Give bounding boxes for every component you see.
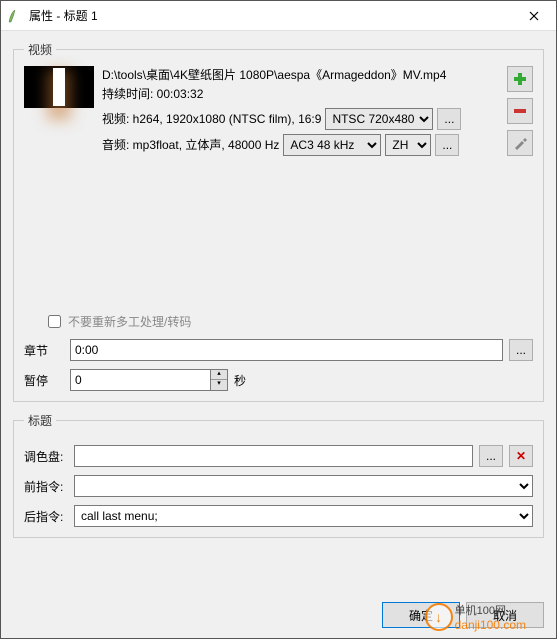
pause-unit: 秒: [234, 372, 246, 389]
chapter-input[interactable]: [70, 339, 503, 361]
audio-info: 音频: mp3float, 立体声, 48000 Hz: [102, 136, 279, 155]
remove-button[interactable]: [507, 98, 533, 124]
video-group: 视频 D:\tools\桌面\4K壁纸图片 1080P\aespa《Armage…: [13, 41, 544, 402]
window-title: 属性 - 标题 1: [29, 7, 511, 24]
pause-label: 暂停: [24, 372, 64, 389]
precmd-select[interactable]: [74, 475, 533, 497]
pause-input[interactable]: [70, 369, 210, 391]
palette-delete-button[interactable]: ✕: [509, 445, 533, 467]
precmd-label: 前指令:: [24, 478, 68, 495]
chapter-more-button[interactable]: ...: [509, 339, 533, 361]
palette-more-button[interactable]: ...: [479, 445, 503, 467]
audio-lang-select[interactable]: ZH: [385, 134, 431, 156]
no-remux-label: 不要重新多工处理/转码: [68, 313, 191, 330]
video-more-button[interactable]: ...: [437, 108, 461, 130]
add-button[interactable]: [507, 66, 533, 92]
postcmd-label: 后指令:: [24, 508, 68, 525]
audio-format-select[interactable]: AC3 48 kHz: [283, 134, 381, 156]
cancel-button[interactable]: 取消: [466, 602, 544, 628]
video-info: 视频: h264, 1920x1080 (NTSC film), 16:9: [102, 110, 321, 129]
palette-label: 调色盘:: [24, 448, 68, 465]
title-legend: 标题: [24, 412, 56, 429]
palette-input[interactable]: [74, 445, 473, 467]
settings-button[interactable]: [507, 130, 533, 156]
audio-more-button[interactable]: ...: [435, 134, 459, 156]
video-legend: 视频: [24, 41, 56, 58]
video-thumbnail: [24, 66, 94, 108]
ok-button[interactable]: 确定: [382, 602, 460, 628]
pause-spinner[interactable]: ▴▾: [210, 369, 228, 391]
no-remux-checkbox[interactable]: [48, 315, 61, 328]
video-duration: 持续时间: 00:03:32: [102, 85, 493, 104]
video-format-select[interactable]: NTSC 720x480: [325, 108, 433, 130]
app-icon: [7, 8, 23, 24]
postcmd-select[interactable]: call last menu;: [74, 505, 533, 527]
title-group: 标题 调色盘: ... ✕ 前指令: 后指令: call last menu;: [13, 412, 544, 538]
chapter-label: 章节: [24, 342, 64, 359]
video-filepath: D:\tools\桌面\4K壁纸图片 1080P\aespa《Armageddo…: [102, 66, 493, 85]
close-button[interactable]: [511, 1, 556, 30]
